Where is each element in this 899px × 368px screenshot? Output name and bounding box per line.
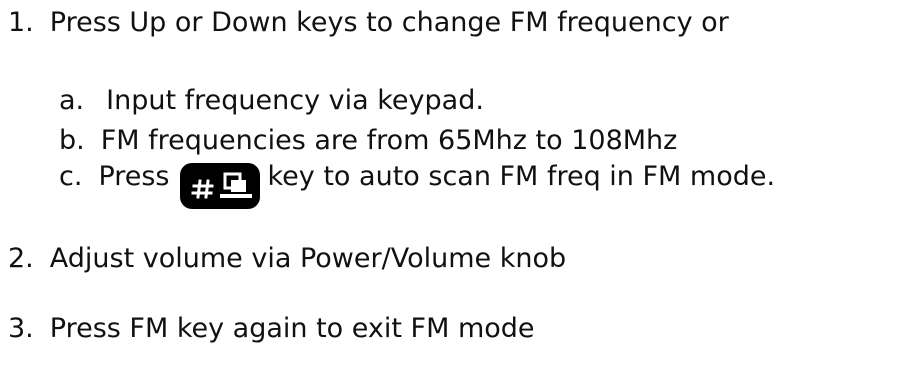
list-item-3: 3. Press FM key again to exit FM mode	[8, 312, 535, 346]
item-text: Adjust volume via Power/Volume knob	[49, 243, 567, 274]
item-number: 2.	[8, 243, 34, 274]
list-item-2: 2. Adjust volume via Power/Volume knob	[8, 242, 566, 276]
sub-item-suffix: key to auto scan FM freq in FM mode.	[267, 161, 776, 192]
list-item-1: 1. Press Up or Down keys to change FM fre…	[8, 6, 729, 40]
item-number: 1.	[8, 7, 34, 38]
sub-item-a: a. Input frequency via keypad.	[59, 84, 484, 118]
item-number: 3.	[8, 313, 34, 344]
item-text: Press Up or Down keys to change FM frequ…	[49, 7, 729, 38]
item-text: Press FM key again to exit FM mode	[49, 313, 535, 344]
sub-item-letter: c.	[59, 161, 83, 192]
sub-item-text: Input frequency via keypad.	[106, 85, 484, 116]
sub-item-text: FM frequencies are from 65Mhz to 108Mhz	[100, 125, 678, 156]
hash-scan-key-icon	[179, 162, 260, 209]
sub-item-letter: a.	[59, 85, 85, 116]
sub-item-prefix: Press	[98, 161, 170, 192]
sub-item-letter: b.	[59, 125, 85, 156]
sub-item-c: c. Press key to auto scan FM freq in FM m…	[59, 160, 776, 209]
sub-item-b: b. FM frequencies are from 65Mhz to 108Mh…	[59, 124, 677, 158]
sub-item-text: Press key to auto scan FM freq in FM mod…	[98, 160, 776, 209]
